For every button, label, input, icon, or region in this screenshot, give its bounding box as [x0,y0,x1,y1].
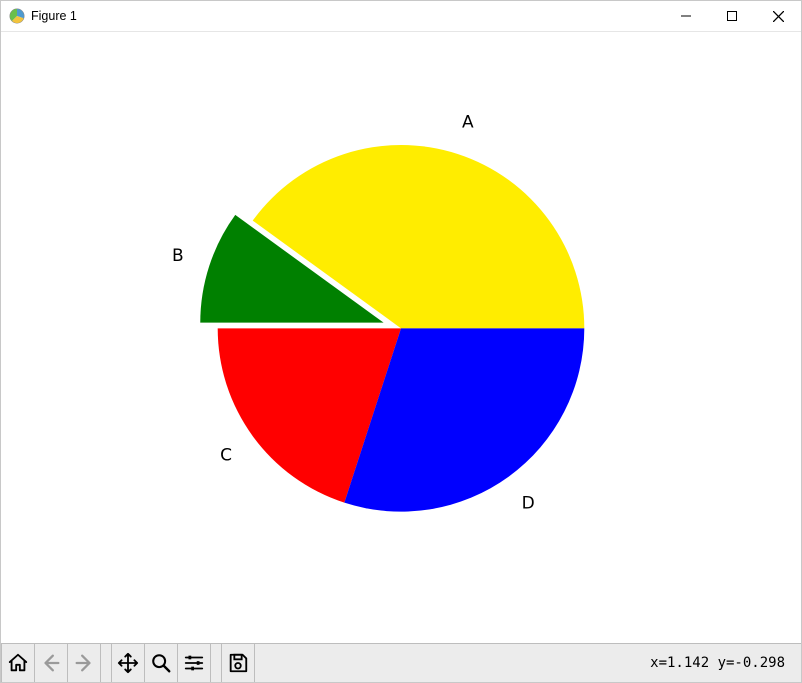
window-title: Figure 1 [31,9,77,23]
sliders-icon [183,652,205,674]
home-button[interactable] [1,644,35,682]
minimize-button[interactable] [663,1,709,31]
pie-label-a: A [462,113,474,133]
zoom-button[interactable] [145,644,178,682]
configure-button[interactable] [178,644,211,682]
pie-label-d: D [522,493,535,513]
pie-label-c: C [220,445,232,465]
titlebar: Figure 1 [1,1,801,32]
arrow-right-icon [73,652,95,674]
home-icon [7,652,29,674]
forward-button[interactable] [68,644,101,682]
figure-window: Figure 1 A B C D [0,0,802,683]
magnifier-icon [150,652,172,674]
app-icon [9,8,25,24]
pie-label-b: B [172,246,184,266]
maximize-button[interactable] [709,1,755,31]
arrow-left-icon [40,652,62,674]
move-icon [117,652,139,674]
save-button[interactable] [221,644,255,682]
nav-toolbar: x=1.142 y=-0.298 [1,643,801,682]
close-button[interactable] [755,1,801,31]
pan-button[interactable] [111,644,145,682]
back-button[interactable] [35,644,68,682]
save-icon [227,652,249,674]
plot-canvas[interactable]: A B C D [1,32,801,643]
cursor-coords: x=1.142 y=-0.298 [650,655,801,671]
